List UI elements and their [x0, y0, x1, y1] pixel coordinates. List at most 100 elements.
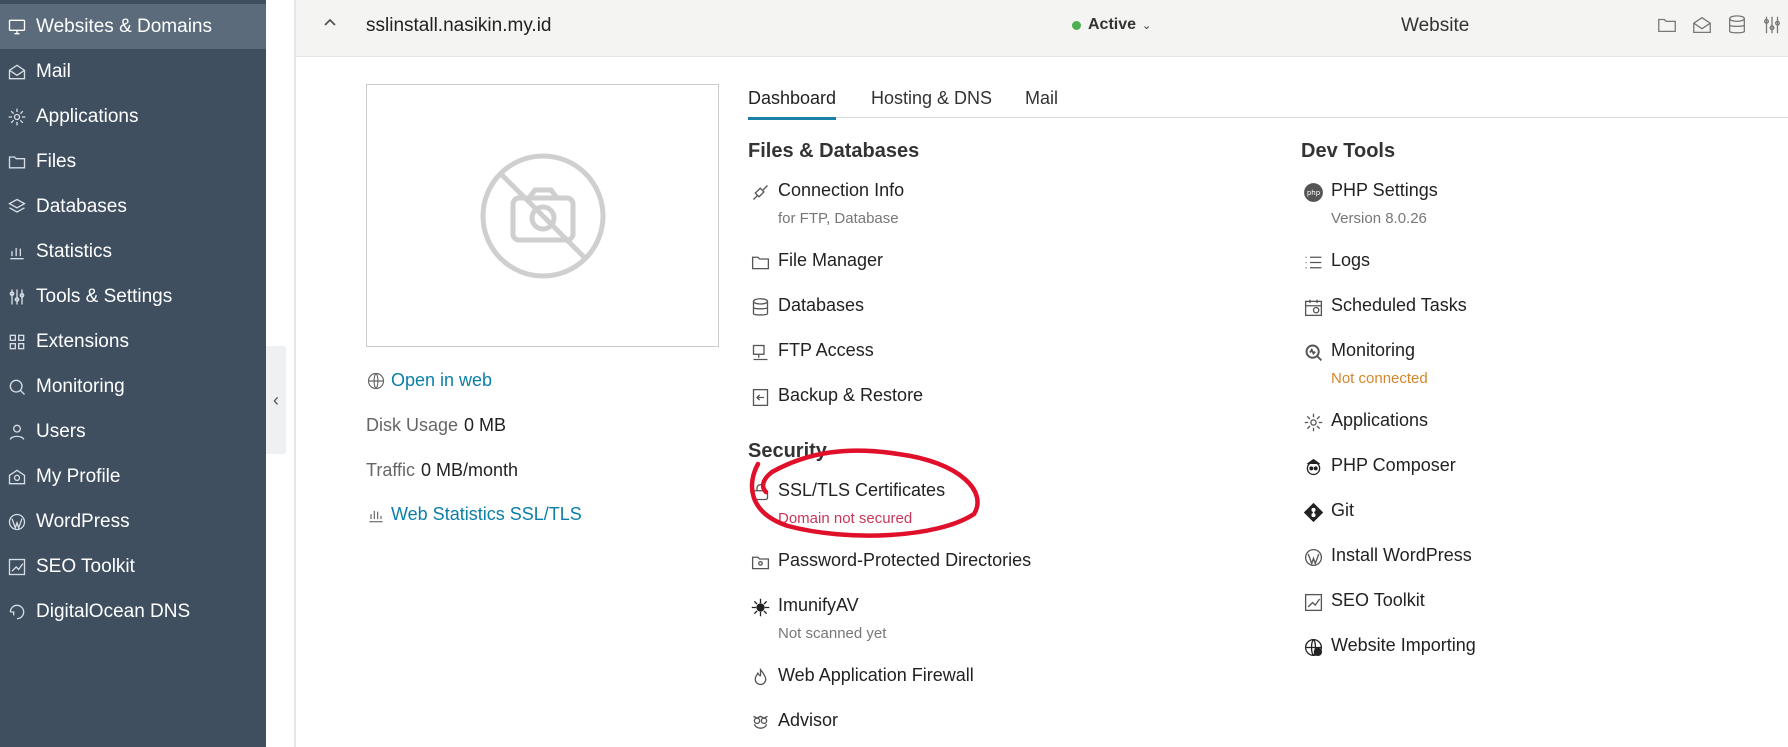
- sidebar-item-label: WordPress: [36, 510, 130, 532]
- collapse-domain-button[interactable]: [322, 14, 338, 30]
- sidebar-item-files[interactable]: Files: [0, 139, 266, 184]
- folder-icon: [6, 151, 28, 173]
- website-importing-label: Website Importing: [1331, 635, 1476, 655]
- sidebar-item-mail[interactable]: Mail: [0, 49, 266, 94]
- open-in-web-link[interactable]: Open in web: [366, 370, 492, 391]
- user-icon: [6, 421, 28, 443]
- seo-toolkit-label: SEO Toolkit: [1331, 590, 1425, 610]
- tab-hosting-dns[interactable]: Hosting & DNS: [871, 88, 992, 117]
- backup-icon: [748, 385, 772, 409]
- sidebar-item-tools-settings[interactable]: Tools & Settings: [0, 274, 266, 319]
- logs-item[interactable]: Logs: [1301, 250, 1370, 274]
- git-item[interactable]: Git: [1301, 500, 1354, 524]
- no-screenshot-icon: [480, 153, 605, 278]
- ftp-access-label: FTP Access: [778, 340, 874, 360]
- ssl-status: Domain not secured: [778, 510, 913, 527]
- sidebar-item-label: Extensions: [36, 330, 129, 352]
- applications-item[interactable]: Applications: [1301, 410, 1428, 434]
- tab-mail[interactable]: Mail: [1025, 88, 1058, 117]
- seo-toolkit-item[interactable]: SEO Toolkit: [1301, 590, 1425, 614]
- web-statistics-link[interactable]: Web Statistics SSL/TLS: [366, 504, 582, 525]
- php-settings-item[interactable]: php PHP Settings: [1301, 180, 1438, 204]
- scheduled-tasks-item[interactable]: Scheduled Tasks: [1301, 295, 1467, 319]
- globe-import-icon: [1301, 635, 1325, 659]
- flame-icon: [748, 665, 772, 689]
- imunify-icon: [748, 595, 772, 619]
- sliders-icon: [6, 286, 28, 308]
- git-label: Git: [1331, 500, 1355, 520]
- sidebar-item-applications[interactable]: Applications: [0, 94, 266, 139]
- status-dropdown[interactable]: Active ⌄: [1072, 16, 1151, 34]
- ftp-access-item[interactable]: FTP Access: [748, 340, 874, 364]
- monitor-search-icon: [6, 376, 28, 398]
- connection-info-item[interactable]: Connection Info: [748, 180, 904, 204]
- profile-icon: [6, 466, 28, 488]
- disk-usage: Disk Usage 0 MB: [366, 415, 506, 436]
- domain-name: sslinstall.nasikin.my.id: [366, 15, 552, 36]
- section-title-security: Security: [748, 440, 827, 462]
- sidebar-item-extensions[interactable]: Extensions: [0, 319, 266, 364]
- sidebar-item-monitoring[interactable]: Monitoring: [0, 364, 266, 409]
- mail-icon[interactable]: [1691, 14, 1715, 38]
- traffic: Traffic 0 MB/month: [366, 460, 518, 481]
- folder-icon: [748, 250, 772, 274]
- install-wordpress-item[interactable]: Install WordPress: [1301, 545, 1472, 569]
- monitoring-item[interactable]: Monitoring: [1301, 340, 1415, 364]
- bar-chart-icon: [6, 241, 28, 263]
- tab-dashboard[interactable]: Dashboard: [748, 88, 837, 120]
- wordpress-icon: [6, 511, 28, 533]
- databases-label: Databases: [778, 295, 865, 315]
- sidebar-item-label: Applications: [36, 105, 139, 127]
- chevron-left-icon: ‹: [273, 389, 279, 410]
- sidebar-item-users[interactable]: Users: [0, 409, 266, 454]
- databases-item[interactable]: Databases: [748, 295, 864, 319]
- sidebar-item-websites-domains[interactable]: Websites & Domains: [0, 4, 266, 49]
- dns-icon: [6, 601, 28, 623]
- php-composer-item[interactable]: PHP Composer: [1301, 455, 1456, 479]
- sidebar-item-wordpress[interactable]: WordPress: [0, 499, 266, 544]
- sliders-icon[interactable]: [1761, 14, 1785, 38]
- list-icon: [1301, 250, 1325, 274]
- database-icon: [748, 295, 772, 319]
- imunifyav-status: Not scanned yet: [778, 625, 887, 642]
- layers-icon: [6, 196, 28, 218]
- ssl-certificates-item[interactable]: SSL/TLS Certificates: [748, 480, 945, 504]
- locked-folder-icon: [748, 550, 772, 574]
- sidebar-item-label: SEO Toolkit: [36, 555, 135, 577]
- database-icon[interactable]: [1726, 14, 1750, 38]
- web-application-firewall-item[interactable]: Web Application Firewall: [748, 665, 974, 689]
- website-preview: [366, 84, 719, 347]
- scheduled-tasks-label: Scheduled Tasks: [1331, 295, 1467, 315]
- monitoring-status: Not connected: [1331, 370, 1428, 387]
- sidebar-item-databases[interactable]: Databases: [0, 184, 266, 229]
- sidebar-item-statistics[interactable]: Statistics: [0, 229, 266, 274]
- password-protected-directories-item[interactable]: Password-Protected Directories: [748, 550, 1031, 574]
- sidebar-collapse-button[interactable]: ‹: [266, 346, 286, 454]
- file-manager-label: File Manager: [778, 250, 884, 270]
- imunifyav-item[interactable]: ImunifyAV: [748, 595, 859, 619]
- status-dot: [1072, 20, 1081, 30]
- monitoring-label: Monitoring: [1331, 340, 1416, 360]
- sidebar-item-my-profile[interactable]: My Profile: [0, 454, 266, 499]
- bar-chart-icon: [369, 510, 383, 522]
- folder-icon[interactable]: [1656, 14, 1680, 38]
- seo-icon: [1301, 590, 1325, 614]
- sidebar-item-digitalocean-dns[interactable]: DigitalOcean DNS: [0, 589, 266, 634]
- traffic-label: Traffic: [366, 460, 416, 480]
- monitor-icon: [6, 16, 28, 38]
- advisor-item[interactable]: Advisor: [748, 710, 838, 734]
- wordpress-icon: [1301, 545, 1325, 569]
- advisor-label: Advisor: [778, 710, 839, 730]
- calendar-icon: [1301, 295, 1325, 319]
- password-protected-directories-label: Password-Protected Directories: [778, 550, 1032, 570]
- backup-restore-label: Backup & Restore: [778, 385, 924, 405]
- git-icon: [1301, 500, 1325, 524]
- chevron-down-icon: ⌄: [1142, 19, 1152, 32]
- website-importing-item[interactable]: Website Importing: [1301, 635, 1476, 659]
- backup-restore-item[interactable]: Backup & Restore: [748, 385, 923, 409]
- section-title-files-databases: Files & Databases: [748, 140, 920, 162]
- web-application-firewall-label: Web Application Firewall: [778, 665, 974, 685]
- section-title-dev-tools: Dev Tools: [1301, 140, 1396, 162]
- sidebar-item-seo-toolkit[interactable]: SEO Toolkit: [0, 544, 266, 589]
- file-manager-item[interactable]: File Manager: [748, 250, 883, 274]
